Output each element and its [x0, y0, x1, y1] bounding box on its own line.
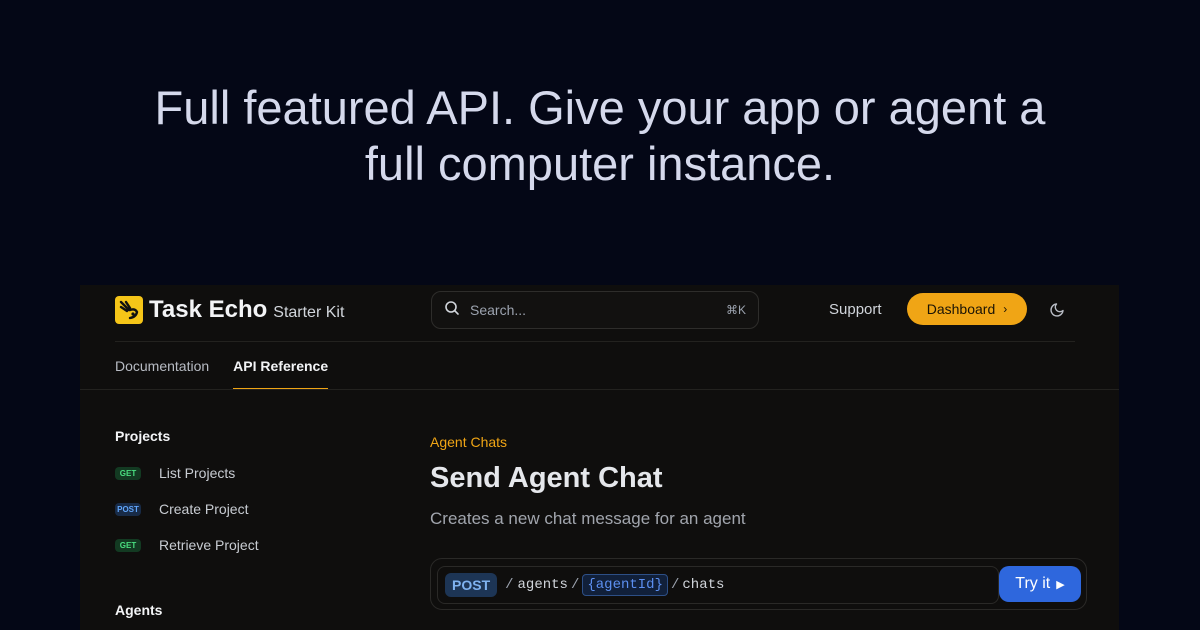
- dashboard-button[interactable]: Dashboard ›: [907, 293, 1027, 325]
- path-param-agent-id[interactable]: {agentId}: [582, 574, 668, 596]
- endpoint-bar: POST / agents / {agentId} / chats Try it…: [430, 558, 1087, 610]
- sidebar-heading-agents: Agents: [115, 602, 163, 618]
- docs-app-window: Task Echo Starter Kit Search... ⌘K Suppo…: [80, 285, 1119, 630]
- hero-headline: Full featured API. Give your app or agen…: [0, 80, 1200, 192]
- sidebar-item-create-project[interactable]: POST Create Project: [115, 501, 365, 517]
- support-link[interactable]: Support: [829, 301, 882, 318]
- page-title: Send Agent Chat: [430, 462, 663, 494]
- task-echo-logo-icon: [115, 296, 143, 324]
- sidebar-item-retrieve-project[interactable]: GET Retrieve Project: [115, 537, 365, 553]
- sidebar-item-label: Create Project: [159, 501, 249, 517]
- sidebar-item-label: List Projects: [159, 465, 236, 481]
- endpoint-path[interactable]: POST / agents / {agentId} / chats: [437, 566, 999, 604]
- tab-documentation[interactable]: Documentation: [115, 358, 209, 389]
- chevron-right-icon: ›: [1003, 302, 1008, 316]
- search-shortcut: ⌘K: [725, 303, 746, 317]
- section-eyebrow: Agent Chats: [430, 434, 508, 450]
- path-separator: /: [670, 577, 680, 593]
- method-badge: POST: [115, 502, 141, 516]
- brand-logo[interactable]: Task Echo Starter Kit: [115, 296, 344, 324]
- search-input[interactable]: Search... ⌘K: [431, 291, 759, 329]
- dashboard-label: Dashboard: [926, 301, 996, 317]
- path-segment-agents: agents: [517, 577, 568, 593]
- brand-subtitle: Starter Kit: [273, 304, 345, 321]
- path-separator: /: [570, 577, 580, 593]
- path-separator: /: [505, 577, 514, 593]
- try-it-label: Try it: [1015, 575, 1051, 592]
- tab-api-reference[interactable]: API Reference: [233, 358, 329, 389]
- tabs-divider: [80, 389, 1119, 390]
- header-divider: [115, 341, 1075, 342]
- hero-line-2: full computer instance.: [364, 137, 836, 190]
- try-it-button[interactable]: Try it ▶: [999, 566, 1081, 602]
- sidebar-item-list-projects[interactable]: GET List Projects: [115, 465, 365, 481]
- method-badge: GET: [115, 538, 141, 552]
- top-bar: Task Echo Starter Kit Search... ⌘K Suppo…: [80, 285, 1119, 342]
- moon-icon[interactable]: [1050, 301, 1068, 319]
- endpoint-method-badge: POST: [445, 573, 498, 597]
- search-icon: [444, 300, 460, 321]
- hero-line-1: Full featured API. Give your app or agen…: [154, 81, 1046, 134]
- main-content: Agent Chats Send Agent Chat Creates a ne…: [430, 434, 1090, 529]
- method-badge: GET: [115, 466, 141, 480]
- sidebar-heading-projects: Projects: [115, 428, 171, 444]
- sidebar: Projects GET List Projects POST Create P…: [115, 428, 365, 553]
- play-icon: ▶: [1056, 578, 1065, 591]
- page-description: Creates a new chat message for an agent: [430, 509, 746, 528]
- nav-tabs: Documentation API Reference: [115, 358, 352, 389]
- search-placeholder: Search...: [470, 302, 527, 318]
- brand-name: Task Echo: [149, 296, 268, 323]
- sidebar-item-label: Retrieve Project: [159, 537, 259, 553]
- path-segment-chats: chats: [682, 577, 725, 593]
